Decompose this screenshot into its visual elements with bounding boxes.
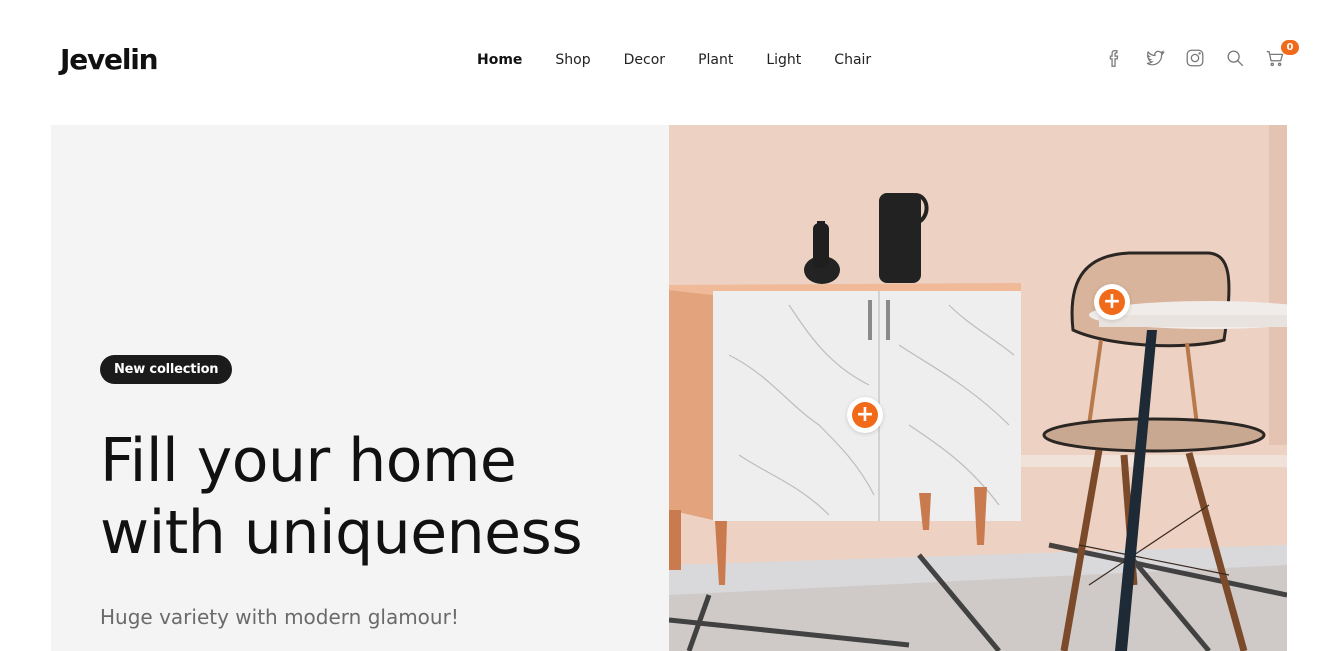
instagram-icon[interactable]	[1183, 46, 1207, 70]
nav-item-home[interactable]: Home	[477, 52, 522, 68]
plus-icon: +	[1099, 289, 1125, 315]
cart-count-badge: 0	[1281, 40, 1299, 55]
header-icons: 0	[1103, 40, 1303, 70]
hero-scene-image	[669, 125, 1287, 651]
site-logo[interactable]: Jevelin	[60, 43, 159, 76]
main-nav: Home Shop Decor Plant Light Chair	[477, 52, 904, 68]
twitter-icon[interactable]	[1143, 46, 1167, 70]
hero-image-panel: + +	[669, 125, 1287, 651]
nav-item-shop[interactable]: Shop	[555, 52, 590, 68]
facebook-icon[interactable]	[1103, 46, 1127, 70]
site-header: Jevelin Home Shop Decor Plant Light Chai…	[0, 0, 1342, 125]
new-collection-badge: New collection	[100, 355, 233, 384]
hero-text-panel: New collection Fill your home with uniqu…	[51, 125, 669, 651]
nav-item-plant[interactable]: Plant	[698, 52, 733, 68]
hotspot-cabinet-button[interactable]: +	[847, 397, 883, 433]
nav-item-chair[interactable]: Chair	[834, 52, 871, 68]
hotspot-chair-button[interactable]: +	[1094, 284, 1130, 320]
plus-icon: +	[852, 402, 878, 428]
search-icon[interactable]	[1223, 46, 1247, 70]
hero-headline-line-1: Fill your home	[100, 426, 517, 496]
nav-item-decor[interactable]: Decor	[624, 52, 665, 68]
nav-item-light[interactable]: Light	[766, 52, 801, 68]
cart-icon[interactable]: 0	[1263, 40, 1299, 70]
hero-headline: Fill your home with uniqueness	[100, 425, 660, 569]
hero-subheadline: Huge variety with modern glamour!	[100, 605, 459, 629]
hero-headline-line-2: with uniqueness	[100, 498, 583, 568]
